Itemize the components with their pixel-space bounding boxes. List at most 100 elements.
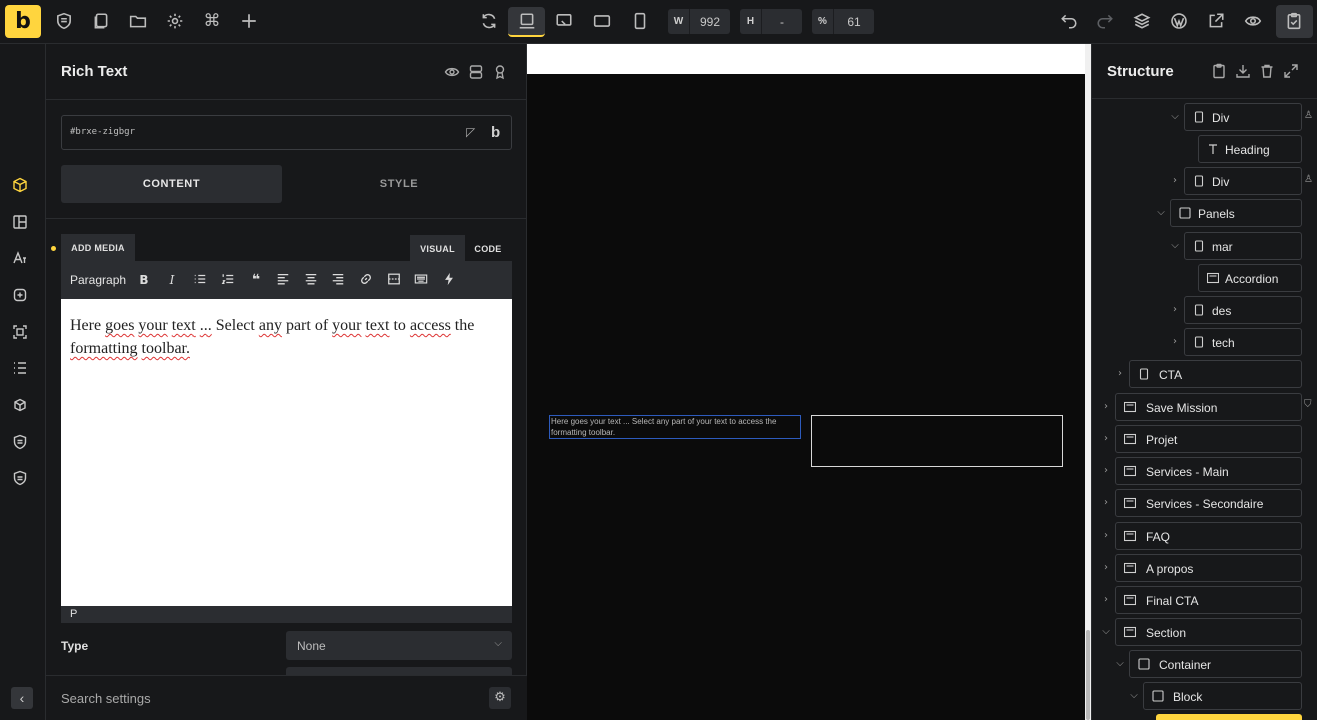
collapse-panel-button[interactable]: ‹ bbox=[11, 687, 33, 709]
download-icon[interactable] bbox=[1235, 63, 1253, 81]
tree-node-a-propos[interactable]: A propos bbox=[1115, 554, 1302, 582]
desktop-icon[interactable] bbox=[516, 10, 538, 32]
empty-block-preview[interactable] bbox=[811, 415, 1063, 467]
chevron-down-icon[interactable]: ⌵ bbox=[1169, 240, 1181, 252]
chevron-right-icon[interactable]: › bbox=[1100, 401, 1112, 413]
gear-icon[interactable] bbox=[164, 10, 186, 32]
clipboard-icon[interactable] bbox=[1211, 63, 1229, 81]
height-value[interactable]: - bbox=[762, 15, 802, 29]
wordpress-icon[interactable] bbox=[1168, 10, 1190, 32]
numbered-list-icon[interactable] bbox=[220, 272, 236, 288]
editor-content[interactable]: Here goes your text ... Select any part … bbox=[70, 314, 490, 360]
chevron-right-icon[interactable]: › bbox=[1169, 175, 1181, 187]
chevron-down-icon[interactable]: ⌵ bbox=[1114, 658, 1126, 670]
element-path[interactable]: P bbox=[70, 608, 77, 620]
tree-node-save-mission[interactable]: Save Mission bbox=[1115, 393, 1302, 421]
tree-node-services-main[interactable]: Services - Main bbox=[1115, 457, 1302, 485]
database-icon[interactable] bbox=[468, 64, 486, 82]
pin-icon[interactable] bbox=[492, 64, 510, 82]
tree-node-heading[interactable]: Heading bbox=[1198, 135, 1302, 163]
height-field[interactable]: H - bbox=[740, 9, 802, 34]
tree-node-tech[interactable]: tech bbox=[1184, 328, 1302, 356]
scale-value[interactable]: 61 bbox=[834, 15, 874, 29]
tab-content[interactable]: CONTENT bbox=[61, 165, 282, 203]
paragraph-format-select[interactable]: Paragraph bbox=[70, 273, 126, 287]
settings-gear-icon[interactable]: ⚙ bbox=[489, 687, 511, 709]
chevron-down-icon[interactable]: ⌵ bbox=[1128, 690, 1140, 702]
external-link-icon[interactable] bbox=[1205, 10, 1227, 32]
tree-node-mar[interactable]: mar bbox=[1184, 232, 1302, 260]
chevron-right-icon[interactable]: › bbox=[1169, 336, 1181, 348]
layers-icon[interactable] bbox=[1131, 10, 1153, 32]
eye-icon[interactable] bbox=[1242, 10, 1264, 32]
tree-node-div[interactable]: Div bbox=[1184, 167, 1302, 195]
scale-field[interactable]: % 61 bbox=[812, 9, 874, 34]
read-more-icon[interactable] bbox=[386, 272, 402, 288]
clipboard-save-icon[interactable] bbox=[1283, 10, 1305, 32]
bullet-list-icon[interactable] bbox=[192, 272, 208, 288]
scrollbar-thumb[interactable] bbox=[1086, 630, 1090, 720]
tree-node-cta[interactable]: CTA bbox=[1129, 360, 1302, 388]
tree-node-accordion[interactable]: Accordion bbox=[1198, 264, 1302, 292]
pages-icon[interactable] bbox=[90, 10, 112, 32]
pin-icon[interactable]: ♙ bbox=[1304, 110, 1316, 124]
tree-node-selected[interactable] bbox=[1156, 714, 1302, 720]
refresh-icon[interactable] bbox=[478, 10, 500, 32]
chevron-down-icon[interactable]: ⌵ bbox=[1155, 207, 1167, 219]
shield-alt-icon[interactable] bbox=[12, 470, 32, 490]
lightning-icon[interactable] bbox=[441, 272, 457, 288]
tree-node-services-secondaire[interactable]: Services - Secondaire bbox=[1115, 489, 1302, 517]
bold-icon[interactable]: B bbox=[136, 272, 152, 288]
chevron-right-icon[interactable]: › bbox=[1100, 530, 1112, 542]
tree-node-des[interactable]: des bbox=[1184, 296, 1302, 324]
italic-icon[interactable]: I bbox=[164, 272, 180, 288]
rich-text-editor[interactable]: Here goes your text ... Select any part … bbox=[61, 299, 512, 606]
align-center-icon[interactable] bbox=[303, 272, 319, 288]
code-mode-tab[interactable]: CODE bbox=[465, 235, 511, 262]
search-settings-input[interactable]: Search settings bbox=[61, 691, 151, 706]
tab-style[interactable]: STYLE bbox=[286, 165, 512, 203]
tablet-landscape-icon[interactable] bbox=[591, 10, 613, 32]
visual-mode-tab[interactable]: VISUAL bbox=[410, 235, 465, 262]
cursor-pointer-icon[interactable]: ◸ bbox=[466, 125, 475, 139]
media-icon[interactable] bbox=[12, 324, 32, 344]
grid-dots-icon[interactable] bbox=[12, 360, 32, 380]
chevron-right-icon[interactable]: › bbox=[1100, 594, 1112, 606]
layout-icon[interactable] bbox=[12, 214, 32, 234]
chevron-right-icon[interactable]: › bbox=[1100, 465, 1112, 477]
basic-elements-icon[interactable] bbox=[12, 177, 32, 197]
folder-icon[interactable] bbox=[127, 10, 149, 32]
blockquote-icon[interactable]: ❝ bbox=[248, 272, 264, 288]
chevron-down-icon[interactable]: ⌵ bbox=[1100, 626, 1112, 638]
chevron-right-icon[interactable]: › bbox=[1169, 304, 1181, 316]
undo-icon[interactable] bbox=[1058, 10, 1080, 32]
align-left-icon[interactable] bbox=[275, 272, 291, 288]
typography-icon[interactable] bbox=[12, 250, 32, 270]
chevron-right-icon[interactable]: › bbox=[1100, 497, 1112, 509]
eye-icon[interactable] bbox=[444, 64, 462, 82]
tree-node-section[interactable]: Section bbox=[1115, 618, 1302, 646]
shield-rail-icon[interactable] bbox=[12, 434, 32, 454]
selected-rich-text-preview[interactable]: Here goes your text ... Select any part … bbox=[549, 415, 801, 439]
tree-node-projet[interactable]: Projet bbox=[1115, 425, 1302, 453]
add-media-button[interactable]: ADD MEDIA bbox=[61, 234, 135, 261]
expand-icon[interactable] bbox=[1283, 63, 1301, 81]
plus-icon[interactable] bbox=[238, 10, 260, 32]
tree-node-panels[interactable]: Panels bbox=[1170, 199, 1302, 227]
components-icon[interactable] bbox=[12, 287, 32, 307]
mobile-icon[interactable] bbox=[629, 10, 651, 32]
element-id-field[interactable]: #brxe-zigbgr ◸ b bbox=[61, 115, 512, 150]
laptop-icon[interactable] bbox=[553, 10, 575, 32]
redo-icon[interactable] bbox=[1094, 10, 1116, 32]
chevron-right-icon[interactable]: › bbox=[1114, 368, 1126, 380]
keyboard-icon[interactable] bbox=[413, 272, 429, 288]
tree-node-faq[interactable]: FAQ bbox=[1115, 522, 1302, 550]
pin-icon[interactable]: ♙ bbox=[1304, 174, 1316, 188]
template-icon[interactable]: ⛉ bbox=[1304, 399, 1316, 413]
bricks-logo-icon[interactable]: b bbox=[491, 124, 500, 141]
trash-icon[interactable] bbox=[1259, 63, 1277, 81]
shield-icon[interactable] bbox=[53, 10, 75, 32]
width-field[interactable]: W 992 bbox=[668, 9, 730, 34]
command-icon[interactable]: ⌘ bbox=[201, 10, 223, 32]
link-icon[interactable] bbox=[358, 272, 374, 288]
